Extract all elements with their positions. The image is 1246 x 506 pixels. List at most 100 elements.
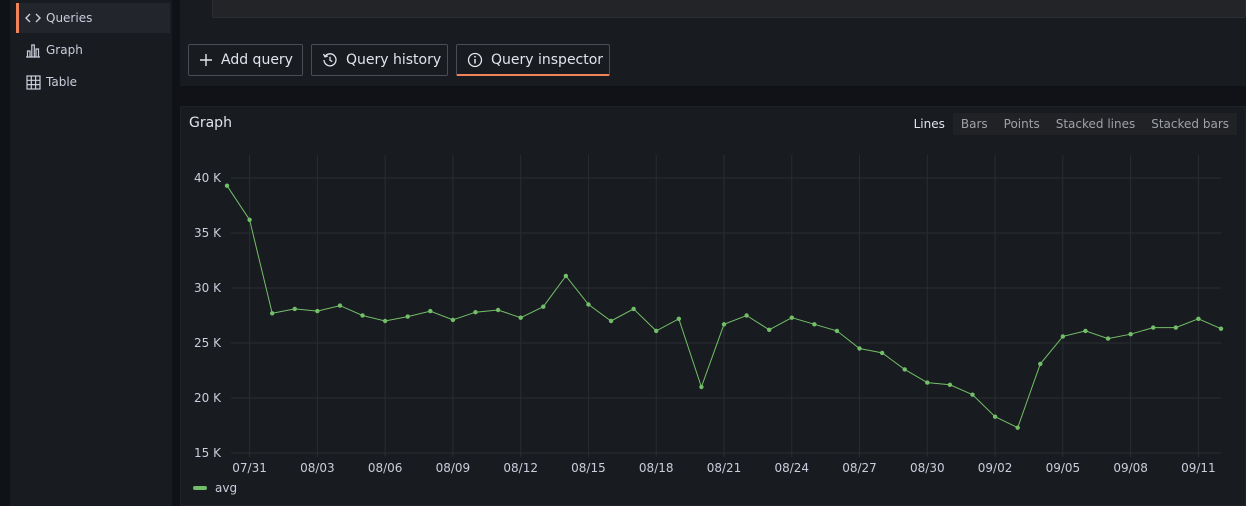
data-point <box>428 308 433 314</box>
data-point <box>834 328 840 334</box>
data-point <box>1218 326 1224 331</box>
query-history-label: Query history <box>346 52 442 68</box>
bar-chart-icon <box>20 42 46 58</box>
data-point <box>676 316 682 321</box>
data-point <box>337 303 343 308</box>
data-point <box>1128 332 1133 337</box>
legend-swatch <box>193 486 207 490</box>
data-point <box>631 306 636 312</box>
x-tick-label: 09/11 <box>1181 461 1216 475</box>
mode-lines[interactable]: Lines <box>905 113 953 135</box>
data-point <box>1151 325 1156 330</box>
x-tick-label: 09/08 <box>1113 461 1148 475</box>
query-editor-field[interactable] <box>212 0 1246 18</box>
data-point <box>315 308 320 314</box>
data-point <box>1038 361 1043 367</box>
mode-bars[interactable]: Bars <box>953 113 996 135</box>
data-point <box>1083 328 1088 334</box>
line-chart: 15 K 20 K 25 K 30 K 35 K 40 K 07/31 08/03 08/06 0… <box>194 155 1224 475</box>
data-point <box>450 317 456 323</box>
visualization-mode-switch: Lines Bars Points Stacked lines Stacked … <box>905 113 1237 135</box>
data-point <box>1173 325 1179 330</box>
chart-legend[interactable]: avg <box>193 481 237 495</box>
graph-title: Graph <box>189 115 232 131</box>
sidebar: Queries Graph Table <box>10 0 172 506</box>
sidebar-item-graph[interactable]: Graph <box>16 35 170 65</box>
sidebar-item-label: Queries <box>46 11 93 25</box>
mode-stacked-bars[interactable]: Stacked bars <box>1143 113 1237 135</box>
data-point <box>608 318 614 324</box>
sidebar-item-queries[interactable]: Queries <box>16 3 170 33</box>
x-tick-label: 08/03 <box>300 461 335 475</box>
data-point <box>495 307 501 313</box>
history-icon <box>322 52 338 68</box>
data-point <box>992 414 998 419</box>
add-query-label: Add query <box>221 52 293 68</box>
query-inspector-button[interactable]: Query inspector <box>456 44 610 76</box>
x-tick-label: 08/21 <box>707 461 742 475</box>
data-point <box>224 183 230 188</box>
data-point <box>766 327 772 332</box>
data-point <box>541 304 546 309</box>
sidebar-item-label: Table <box>46 75 78 89</box>
data-point <box>654 328 659 334</box>
data-point <box>586 302 591 307</box>
y-tick-label: 25 K <box>194 336 222 350</box>
mode-points[interactable]: Points <box>996 113 1048 135</box>
data-point <box>382 318 388 324</box>
mode-stacked-lines[interactable]: Stacked lines <box>1048 113 1144 135</box>
x-tick-label: 08/27 <box>842 461 877 475</box>
data-point <box>789 315 794 320</box>
query-inspector-label: Query inspector <box>491 51 604 68</box>
data-point <box>1105 336 1111 341</box>
x-tick-label: 07/31 <box>232 461 267 475</box>
data-point <box>405 314 410 319</box>
sidebar-item-table[interactable]: Table <box>16 67 170 97</box>
data-point <box>857 346 862 351</box>
data-point <box>902 367 907 372</box>
data-point <box>518 315 523 320</box>
x-tick-label: 08/24 <box>774 461 809 475</box>
data-point <box>879 350 885 356</box>
data-point <box>563 273 569 279</box>
x-tick-label: 08/30 <box>910 461 945 475</box>
y-tick-label: 30 K <box>194 281 222 295</box>
x-tick-label: 08/06 <box>368 461 403 475</box>
sidebar-item-label: Graph <box>46 43 83 57</box>
data-point <box>473 310 478 315</box>
y-tick-label: 35 K <box>194 226 222 240</box>
code-icon <box>20 12 46 24</box>
left-edge <box>0 0 10 506</box>
data-point <box>947 382 953 387</box>
table-icon <box>20 74 46 90</box>
data-point <box>1196 316 1201 321</box>
query-history-button[interactable]: Query history <box>311 44 448 76</box>
y-tick-label: 40 K <box>194 171 222 185</box>
data-point <box>1060 334 1066 339</box>
y-tick-label: 15 K <box>194 446 222 460</box>
data-point <box>247 217 252 222</box>
y-tick-label: 20 K <box>194 391 222 405</box>
data-point <box>360 313 365 318</box>
data-point <box>699 384 704 390</box>
add-query-button[interactable]: Add query <box>188 44 303 76</box>
plus-icon <box>199 53 213 67</box>
main-area: Add query Query history Query inspector … <box>172 0 1246 506</box>
graph-panel: Graph Lines Bars Points Stacked lines St… <box>180 106 1246 506</box>
x-tick-label: 09/02 <box>978 461 1013 475</box>
data-point <box>744 313 749 318</box>
data-point <box>970 392 975 397</box>
x-tick-label: 09/05 <box>1046 461 1081 475</box>
data-point <box>269 311 275 316</box>
x-tick-label: 08/15 <box>571 461 606 475</box>
data-point <box>925 380 930 385</box>
x-tick-label: 08/18 <box>639 461 674 475</box>
info-circle-icon <box>467 52 483 68</box>
data-point <box>292 306 297 312</box>
data-point <box>721 322 727 327</box>
x-tick-label: 08/09 <box>436 461 471 475</box>
legend-label: avg <box>215 481 238 495</box>
data-point <box>1015 425 1020 430</box>
data-point <box>812 322 817 327</box>
x-tick-label: 08/12 <box>503 461 538 475</box>
